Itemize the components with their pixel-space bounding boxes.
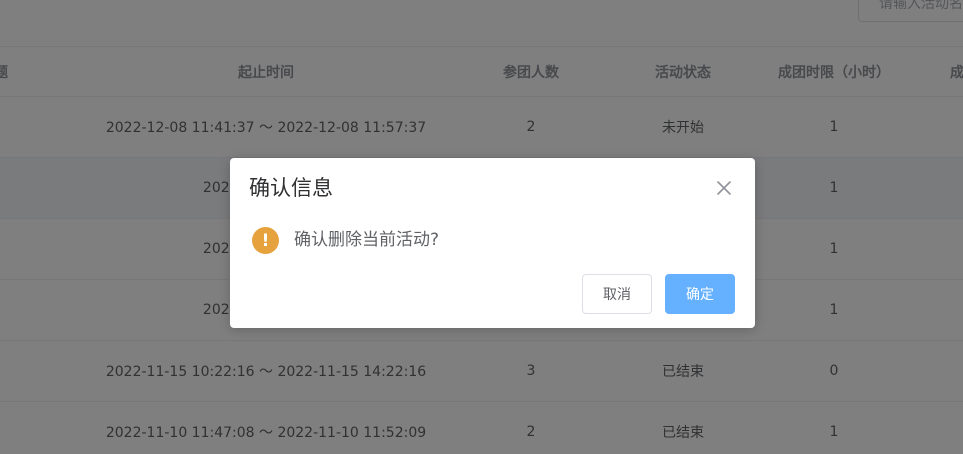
cancel-button[interactable]: 取消 bbox=[582, 274, 652, 314]
confirm-dialog: 确认信息 ! 确认删除当前活动? 取消 确定 bbox=[230, 158, 755, 328]
close-icon[interactable] bbox=[714, 178, 734, 198]
dialog-title: 确认信息 bbox=[249, 176, 333, 200]
page: 请输入活动名 标题 起止时间 参团人数 活动状态 成团时限（小时） 成 2022… bbox=[0, 0, 963, 454]
warning-icon: ! bbox=[252, 227, 279, 254]
close-icon-glyph bbox=[717, 181, 731, 195]
confirm-button[interactable]: 确定 bbox=[665, 274, 735, 314]
dialog-message: 确认删除当前活动? bbox=[294, 230, 440, 250]
